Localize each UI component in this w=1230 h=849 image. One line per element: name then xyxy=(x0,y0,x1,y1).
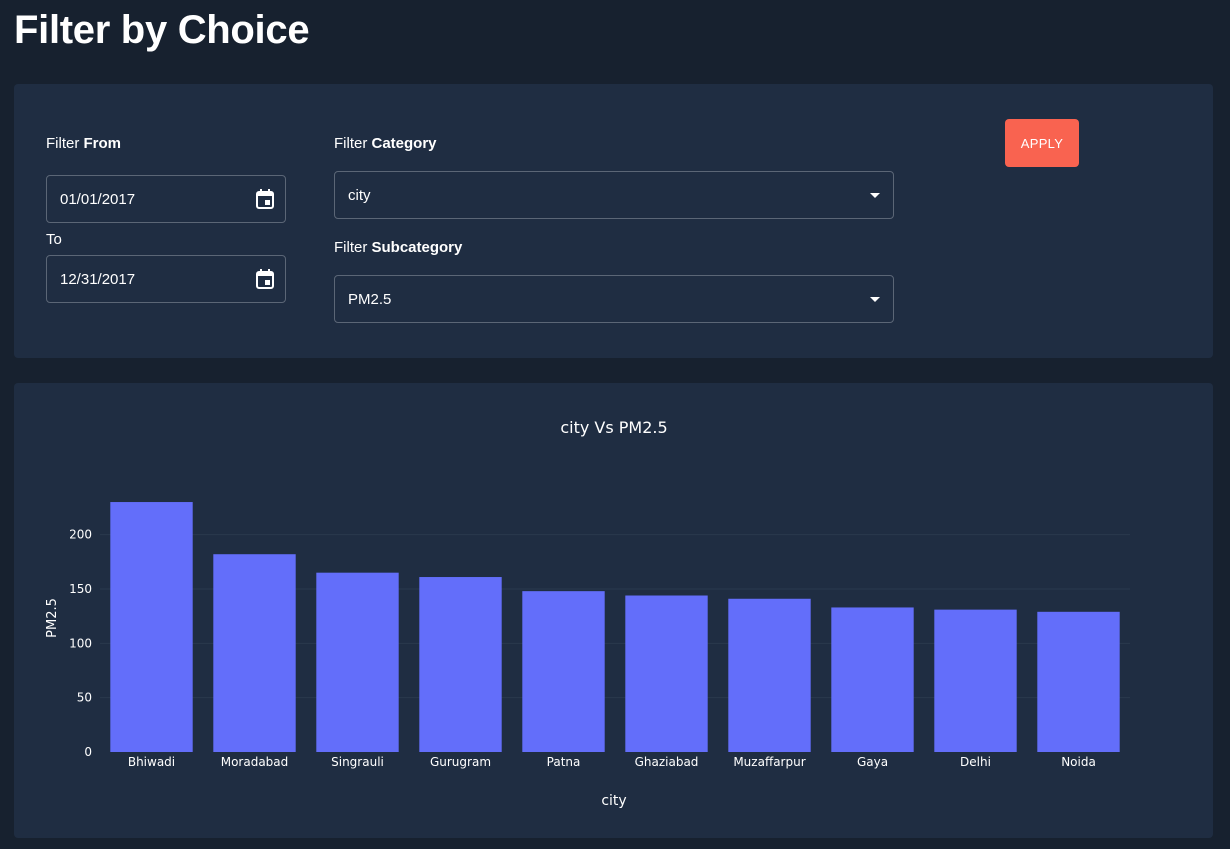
x-axis-label: city xyxy=(601,793,626,809)
bars xyxy=(110,502,1120,752)
x-tick-labels: Bhiwadi Moradabad Singrauli Gurugram Patna Gh… xyxy=(128,755,1096,769)
calendar-icon[interactable] xyxy=(256,189,274,209)
y-axis-label: PM2.5 xyxy=(45,598,60,638)
category-selected-value: city xyxy=(348,186,371,204)
filter-to-label: To xyxy=(46,231,62,248)
bar-gaya[interactable] xyxy=(831,607,914,752)
x-tick-label: Patna xyxy=(547,755,581,769)
bar-ghaziabad[interactable] xyxy=(625,595,708,752)
y-tick-label: 200 xyxy=(69,528,92,542)
x-tick-label: Muzaffarpur xyxy=(733,755,805,769)
calendar-icon[interactable] xyxy=(256,269,274,289)
filter-subcategory-label: Filter Subcategory xyxy=(334,239,463,256)
y-tick-label: 150 xyxy=(69,582,92,596)
x-tick-label: Moradabad xyxy=(221,755,289,769)
x-tick-label: Delhi xyxy=(960,755,991,769)
bar-muzaffarpur[interactable] xyxy=(728,598,811,752)
y-tick-labels: 0 50 100 150 200 xyxy=(69,528,92,759)
x-tick-label: Gaya xyxy=(857,755,888,769)
date-to-value: 12/31/2017 xyxy=(60,270,136,288)
bar-bhiwadi[interactable] xyxy=(110,502,193,752)
subcategory-selected-value: PM2.5 xyxy=(348,290,392,308)
date-from-input[interactable]: 01/01/2017 xyxy=(46,175,286,223)
bar-moradabad[interactable] xyxy=(213,554,296,752)
filter-panel: Filter From 01/01/2017 To 12/31/2017 Fil… xyxy=(14,84,1213,358)
subcategory-select[interactable]: PM2.5 xyxy=(334,275,894,323)
chart-panel: 0 50 100 150 200 Bhiwadi Moradabad Singrauli Gu… xyxy=(14,383,1213,838)
y-tick-label: 50 xyxy=(77,691,92,705)
filter-from-label: Filter From xyxy=(46,135,121,152)
chart-title: city Vs PM2.5 xyxy=(560,418,667,437)
y-tick-label: 100 xyxy=(69,636,92,650)
category-select[interactable]: city xyxy=(334,171,894,219)
x-tick-label: Singrauli xyxy=(331,755,384,769)
filter-category-label: Filter Category xyxy=(334,135,437,152)
chevron-down-icon xyxy=(870,193,880,198)
bar-singrauli[interactable] xyxy=(316,572,399,752)
date-to-input[interactable]: 12/31/2017 xyxy=(46,255,286,303)
date-from-value: 01/01/2017 xyxy=(60,190,136,208)
x-tick-label: Bhiwadi xyxy=(128,755,175,769)
bar-patna[interactable] xyxy=(522,591,605,752)
bar-delhi[interactable] xyxy=(934,609,1017,752)
bar-chart: 0 50 100 150 200 Bhiwadi Moradabad Singrauli Gu… xyxy=(45,418,1130,809)
chevron-down-icon xyxy=(870,297,880,302)
y-tick-label: 0 xyxy=(84,745,92,759)
x-tick-label: Ghaziabad xyxy=(635,755,699,769)
apply-button[interactable]: APPLY xyxy=(1005,119,1079,167)
bar-noida[interactable] xyxy=(1037,611,1120,752)
page-title: Filter by Choice xyxy=(14,8,310,52)
bar-gurugram[interactable] xyxy=(419,577,502,752)
x-tick-label: Noida xyxy=(1061,755,1096,769)
x-tick-label: Gurugram xyxy=(430,755,491,769)
